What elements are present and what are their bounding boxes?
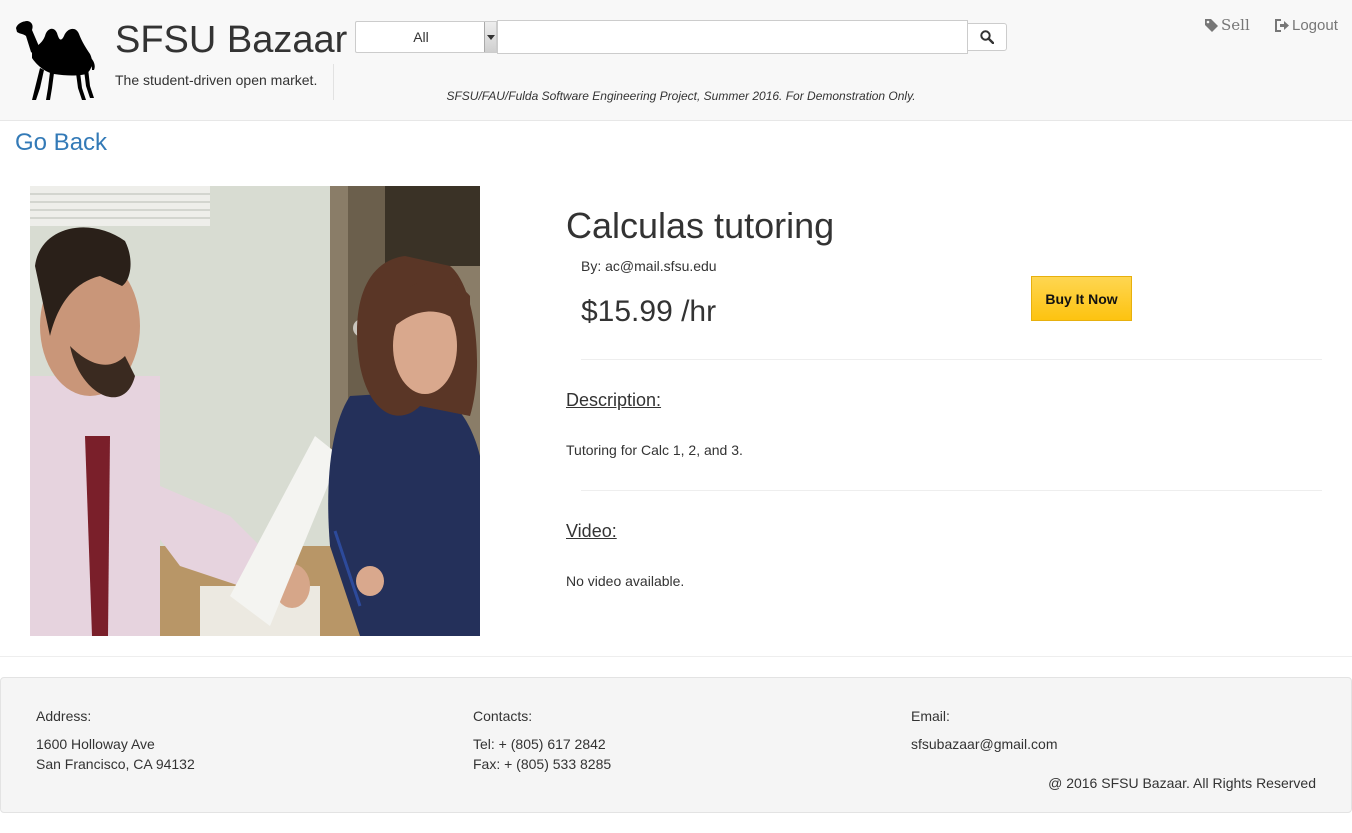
address-line-1: 1600 Holloway Ave: [36, 736, 155, 752]
divider: [581, 490, 1322, 491]
category-select[interactable]: All: [355, 21, 497, 53]
sell-link-label: Sell: [1221, 16, 1250, 34]
copyright-text: @ 2016 SFSU Bazaar. All Rights Reserved: [1048, 775, 1316, 791]
site-header: SFSU Bazaar The student-driven open mark…: [0, 0, 1352, 121]
search-icon: [980, 30, 994, 44]
product-price: $15.99 /hr: [581, 295, 717, 328]
site-tagline: The student-driven open market.: [115, 72, 318, 88]
go-back-link[interactable]: Go Back: [15, 128, 107, 158]
description-text: Tutoring for Calc 1, 2, and 3.: [566, 442, 743, 458]
tag-icon: [1205, 18, 1218, 32]
site-footer: Address: 1600 Holloway Ave San Francisco…: [0, 677, 1352, 813]
email-label: Email:: [911, 708, 950, 724]
contacts-label: Contacts:: [473, 708, 533, 724]
address-label: Address:: [36, 708, 92, 724]
product-seller: By: ac@mail.sfsu.edu: [581, 258, 717, 274]
chevron-down-icon[interactable]: [484, 22, 496, 52]
camel-logo-icon[interactable]: [14, 18, 96, 102]
contact-fax: Fax: + (805) 533 8285: [473, 756, 612, 772]
product-image: [30, 186, 480, 636]
search-button[interactable]: [967, 23, 1007, 51]
footer-divider: [0, 656, 1352, 657]
description-heading: Description:: [566, 390, 662, 410]
sell-link[interactable]: Sell: [1205, 14, 1250, 36]
search-input[interactable]: [497, 20, 968, 54]
logout-icon: [1275, 18, 1289, 32]
divider: [581, 359, 1322, 360]
site-title[interactable]: SFSU Bazaar: [115, 18, 347, 62]
category-select-value: All: [413, 29, 429, 45]
address-line-2: San Francisco, CA 94132: [36, 756, 195, 772]
buy-it-now-button[interactable]: Buy It Now: [1031, 276, 1132, 321]
logout-link-label: Logout: [1292, 16, 1338, 34]
contact-email: sfsubazaar@gmail.com: [911, 736, 1058, 752]
brand-divider: [333, 64, 334, 100]
video-heading: Video:: [566, 521, 617, 541]
product-title: Calculas tutoring: [566, 205, 835, 246]
demo-disclaimer: SFSU/FAU/Fulda Software Engineering Proj…: [446, 89, 916, 103]
logout-link[interactable]: Logout: [1275, 14, 1338, 36]
contact-tel: Tel: + (805) 617 2842: [473, 736, 606, 752]
video-text: No video available.: [566, 573, 685, 589]
